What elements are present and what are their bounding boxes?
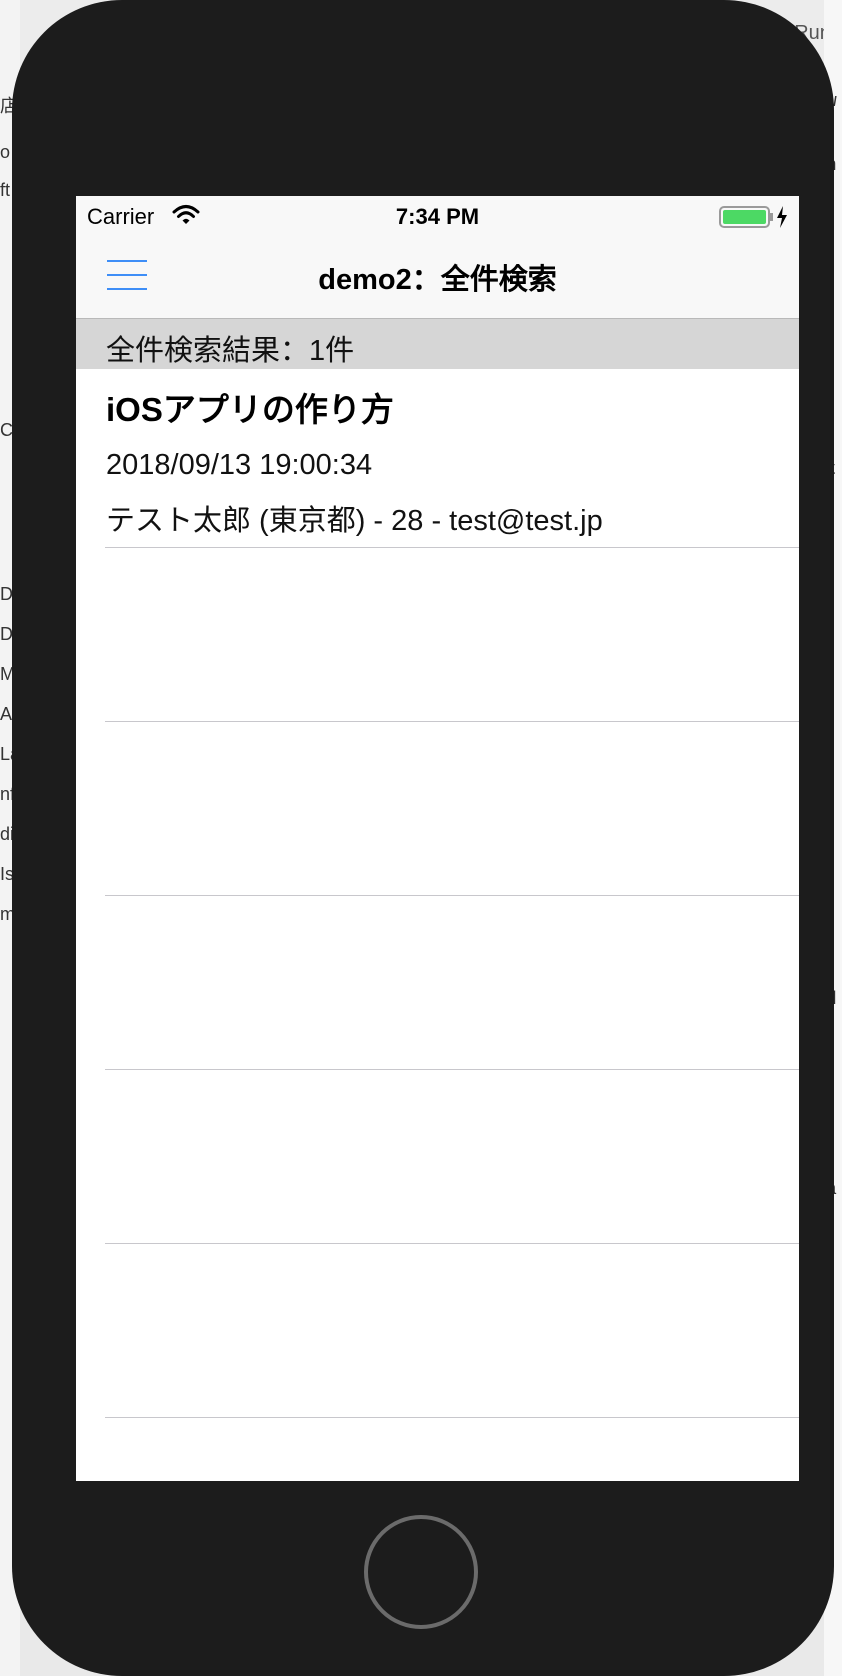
navigation-bar: demo2：全件検索 — [76, 236, 799, 319]
battery-charging-icon — [719, 206, 787, 228]
app-screen: Carrier 7:34 PM demo2：全件検索 全件検索結果：1件 iOS… — [76, 196, 799, 1481]
result-detail: テスト太郎 (東京都) - 28 - test@test.jp — [106, 505, 603, 537]
background-left-text: o — [0, 142, 11, 162]
page-title: demo2：全件検索 — [318, 264, 557, 296]
result-row[interactable]: iOSアプリの作り方 2018/09/13 19:00:34 テスト太郎 (東京… — [76, 369, 799, 543]
status-time: 7:34 PM — [395, 204, 480, 229]
empty-row — [76, 722, 799, 895]
empty-row — [76, 1244, 799, 1417]
result-count-label: 全件検索結果：1件 — [106, 335, 355, 367]
result-date: 2018/09/13 19:00:34 — [106, 449, 373, 481]
empty-row — [76, 1070, 799, 1243]
result-count-header: 全件検索結果：1件 — [76, 319, 799, 369]
background-left-text: ft — [0, 180, 11, 200]
result-title: iOSアプリの作り方 — [106, 391, 394, 428]
empty-row — [76, 896, 799, 1069]
row-separator — [105, 1417, 799, 1418]
home-button[interactable] — [364, 1515, 478, 1629]
empty-row — [76, 548, 799, 721]
status-bar: Carrier 7:34 PM — [76, 196, 799, 236]
iphone-frame: Carrier 7:34 PM demo2：全件検索 全件検索結果：1件 iOS… — [12, 0, 834, 1676]
